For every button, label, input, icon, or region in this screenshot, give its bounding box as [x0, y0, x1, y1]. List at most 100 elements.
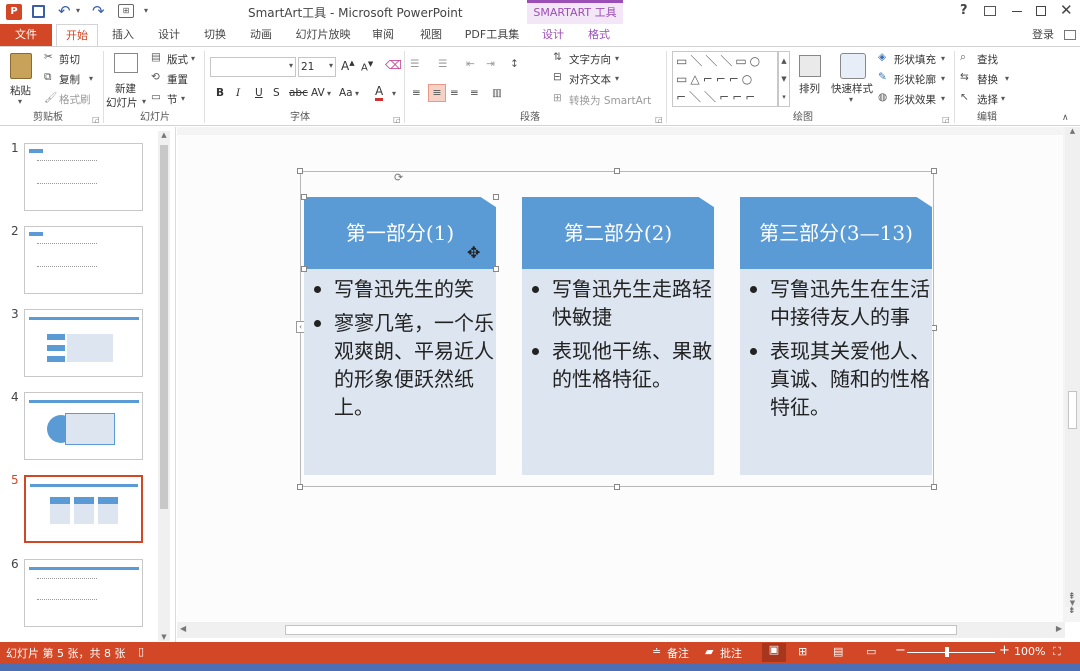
prev-slide-icon[interactable]: ⇞: [1068, 592, 1076, 602]
align-right-icon[interactable]: ≡: [450, 87, 459, 99]
smartart-body-1[interactable]: 写鲁迅先生的笑 寥寥几笔，一个乐观爽朗、平易近人的形象便跃然纸上。: [304, 269, 496, 475]
close-button[interactable]: ✕: [1060, 1, 1073, 19]
slide-canvas[interactable]: ‹ 第一部分(1) 写鲁迅先生的笑 寥寥几笔，一个乐观爽朗、平易近人的形象便跃然…: [177, 135, 1063, 622]
bold-button[interactable]: B: [216, 87, 224, 99]
slide-thumbnail-2[interactable]: [24, 226, 143, 294]
underline-button[interactable]: U: [255, 87, 263, 99]
slide-sorter-view-icon[interactable]: ⊞: [798, 645, 807, 658]
clear-formatting-icon[interactable]: ⌫: [385, 58, 402, 72]
find-button[interactable]: 查找: [977, 52, 998, 67]
zoom-out-button[interactable]: −: [895, 643, 906, 658]
tab-transitions[interactable]: 切换: [194, 24, 236, 46]
scroll-right-icon[interactable]: ▶: [1056, 624, 1062, 633]
paste-icon[interactable]: [10, 53, 32, 79]
shapes-gallery[interactable]: ▭＼＼＼▭○ ▭△⌐⌐⌐○ ⌐＼＼⌐⌐⌐: [672, 51, 778, 107]
layout-icon[interactable]: ▤: [151, 51, 161, 63]
reset-button[interactable]: 重置: [167, 72, 188, 87]
shape-handle[interactable]: [493, 194, 499, 200]
increase-indent-icon[interactable]: ⇥: [486, 58, 495, 70]
new-slide-button-line2[interactable]: 幻灯片: [106, 95, 138, 110]
smartart-handle[interactable]: [614, 484, 620, 490]
justify-icon[interactable]: ≡: [470, 87, 479, 99]
tab-design[interactable]: 设计: [148, 24, 190, 46]
maximize-button[interactable]: [1036, 6, 1046, 16]
zoom-slider[interactable]: [907, 647, 995, 657]
tab-smartart-design[interactable]: 设计: [532, 24, 574, 46]
slide-thumbnail-1[interactable]: [24, 143, 143, 211]
select-icon[interactable]: ↖: [960, 91, 969, 103]
collapse-ribbon-icon[interactable]: [1064, 30, 1076, 40]
align-left-icon[interactable]: ≡: [412, 87, 421, 99]
shape-outline-button[interactable]: 形状轮廓: [894, 72, 936, 87]
fit-to-window-icon[interactable]: ⛶: [1053, 645, 1061, 659]
replace-dropdown-icon[interactable]: ▾: [1005, 74, 1009, 83]
italic-button[interactable]: I: [236, 87, 240, 99]
redo-icon[interactable]: ↷: [92, 2, 105, 20]
shape-effects-dropdown-icon[interactable]: ▾: [941, 94, 945, 103]
save-icon[interactable]: [32, 5, 45, 18]
paragraph-launcher-icon[interactable]: ◲: [655, 115, 663, 124]
copy-button[interactable]: 复制: [59, 72, 80, 87]
smartart-handle[interactable]: [931, 168, 937, 174]
numbering-icon[interactable]: ☰: [438, 58, 447, 70]
text-direction-dropdown-icon[interactable]: ▾: [615, 54, 619, 63]
reading-view-icon[interactable]: ▤: [833, 645, 843, 658]
shape-outline-icon[interactable]: ✎: [878, 71, 887, 83]
arrange-button[interactable]: 排列: [799, 81, 820, 96]
tab-animations[interactable]: 动画: [240, 24, 282, 46]
thumbnails-scrollbar[interactable]: ▲ ▼: [158, 131, 170, 641]
comments-button[interactable]: 批注: [720, 645, 742, 661]
scroll-thumb[interactable]: [1068, 391, 1077, 429]
font-size-dropdown-icon[interactable]: ▾: [329, 61, 333, 70]
cut-icon[interactable]: ✂: [44, 51, 53, 63]
reset-icon[interactable]: ⟲: [151, 71, 160, 83]
collapse-ribbon-arrow-icon[interactable]: ∧: [1062, 113, 1069, 123]
line-spacing-icon[interactable]: ↕: [510, 58, 519, 70]
font-color-button[interactable]: A: [375, 85, 384, 101]
change-case-dropdown-icon[interactable]: ▾: [355, 89, 359, 98]
scroll-thumb[interactable]: [160, 145, 168, 509]
smartart-header-3[interactable]: 第三部分(3—13): [740, 197, 932, 269]
start-from-beginning-icon[interactable]: ⊞: [118, 4, 134, 18]
font-launcher-icon[interactable]: ◲: [393, 115, 401, 124]
layout-dropdown-icon[interactable]: ▾: [191, 54, 195, 63]
find-icon[interactable]: ⌕: [960, 51, 966, 64]
quick-styles-button[interactable]: 快速样式: [831, 81, 873, 96]
quick-styles-icon[interactable]: [840, 53, 866, 79]
normal-view-button[interactable]: ▣: [762, 643, 786, 662]
font-name-dropdown-icon[interactable]: ▾: [289, 61, 293, 70]
font-size-combobox[interactable]: 21 ▾: [298, 57, 336, 77]
change-case-button[interactable]: Aa: [339, 87, 353, 99]
align-center-icon[interactable]: ≡: [428, 84, 446, 102]
format-painter-icon[interactable]: 🖌: [44, 91, 57, 104]
convert-smartart-button[interactable]: 转换为 SmartArt: [569, 93, 651, 108]
copy-dropdown-icon[interactable]: ▾: [89, 74, 93, 83]
align-text-icon[interactable]: ⊟: [553, 71, 562, 83]
zoom-in-button[interactable]: +: [999, 643, 1010, 658]
new-slide-dropdown-icon[interactable]: ▾: [142, 97, 146, 106]
format-painter-button[interactable]: 格式刷: [59, 92, 91, 107]
columns-icon[interactable]: ▥: [492, 87, 502, 99]
shape-fill-icon[interactable]: ◈: [878, 51, 886, 63]
editor-vertical-scrollbar[interactable]: ▲ ▼: [1065, 127, 1080, 607]
shape-outline-dropdown-icon[interactable]: ▾: [941, 74, 945, 83]
replace-icon[interactable]: ⇆: [960, 71, 969, 83]
convert-smartart-icon[interactable]: ⊞: [553, 92, 562, 104]
help-button[interactable]: ?: [960, 3, 968, 18]
shape-handle[interactable]: [493, 266, 499, 272]
spelling-status-icon[interactable]: ▯: [138, 645, 144, 658]
tab-slideshow[interactable]: 幻灯片放映: [290, 24, 356, 46]
smartart-body-2[interactable]: 写鲁迅先生走路轻快敏捷 表现他干练、果敢的性格特征。: [522, 269, 714, 475]
new-slide-icon[interactable]: [114, 53, 138, 73]
character-spacing-dropdown-icon[interactable]: ▾: [327, 89, 331, 98]
tab-home[interactable]: 开始: [56, 24, 98, 46]
smartart-header-2[interactable]: 第二部分(2): [522, 197, 714, 269]
scroll-thumb[interactable]: [285, 625, 957, 635]
paste-button[interactable]: 粘贴: [10, 83, 31, 98]
arrange-icon[interactable]: [799, 55, 821, 77]
text-direction-icon[interactable]: ⇅: [553, 51, 562, 63]
smartart-handle[interactable]: [931, 484, 937, 490]
slide-thumbnail-6[interactable]: [24, 559, 143, 627]
drawing-launcher-icon[interactable]: ◲: [942, 115, 950, 124]
notes-button[interactable]: 备注: [667, 645, 689, 661]
